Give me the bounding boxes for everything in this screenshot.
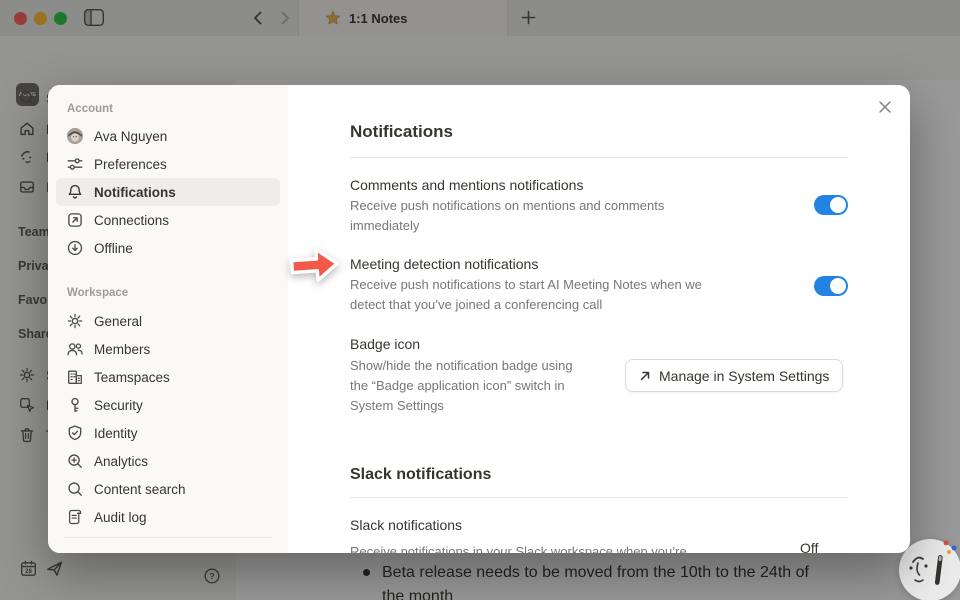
modal-title: Notifications	[350, 122, 453, 142]
scroll-icon	[66, 508, 84, 526]
bell-icon	[66, 183, 84, 201]
download-circle-icon	[66, 239, 84, 257]
slack-notifications-value[interactable]: Off	[800, 540, 818, 553]
arrow-up-right-icon	[639, 370, 651, 382]
settings-item-general[interactable]: General	[56, 307, 280, 335]
settings-item-members[interactable]: Members	[56, 335, 280, 363]
app-window: 1:1 Notes ACME Acme Labs 1:1 Notes Pr	[0, 0, 960, 600]
setting-desc-badge-icon: Show/hide the notification badge using t…	[350, 356, 573, 416]
members-icon	[66, 340, 84, 358]
divider	[350, 157, 848, 158]
setting-title-badge-icon: Badge icon	[350, 336, 420, 352]
shield-check-icon	[66, 424, 84, 442]
settings-item-notifications[interactable]: Notifications	[56, 178, 280, 206]
settings-sidebar: Account Ava Nguyen Preferences Notificat…	[48, 85, 288, 553]
pencil-icon	[935, 555, 943, 585]
manage-system-settings-button[interactable]: Manage in System Settings	[625, 359, 843, 392]
account-section-label: Account	[67, 103, 113, 115]
ai-doodle-badge	[899, 539, 960, 600]
annotation-arrow-icon	[288, 241, 342, 289]
magnifier-plus-icon	[66, 452, 84, 470]
settings-item-audit-log[interactable]: Audit log	[56, 503, 280, 531]
avatar	[66, 127, 84, 145]
slack-section-title: Slack notifications	[350, 466, 491, 484]
magnifier-icon	[66, 480, 84, 498]
settings-item-teamspaces[interactable]: Teamspaces	[56, 363, 280, 391]
settings-item-offline[interactable]: Offline	[56, 234, 280, 262]
setting-desc-meeting-detection: Receive push notifications to start AI M…	[350, 275, 702, 315]
spark-orange-dot	[947, 550, 951, 554]
setting-desc-comments-mentions: Receive push notifications on mentions a…	[350, 196, 664, 236]
settings-item-connections[interactable]: Connections	[56, 206, 280, 234]
key-icon	[66, 396, 84, 414]
setting-title-comments-mentions: Comments and mentions notifications	[350, 177, 583, 193]
setting-title-slack-notifications: Slack notifications	[350, 517, 462, 533]
settings-item-analytics[interactable]: Analytics	[56, 447, 280, 475]
settings-item-account[interactable]: Ava Nguyen	[56, 122, 280, 150]
gear-icon	[66, 312, 84, 330]
settings-modal: Account Ava Nguyen Preferences Notificat…	[48, 85, 910, 553]
settings-item-identity[interactable]: Identity	[56, 419, 280, 447]
spark-red-dot	[944, 541, 949, 546]
toggle-comments-mentions[interactable]	[814, 195, 848, 215]
settings-item-preferences[interactable]: Preferences	[56, 150, 280, 178]
setting-title-meeting-detection: Meeting detection notifications	[350, 256, 538, 272]
close-icon[interactable]	[878, 100, 896, 118]
sidebar-bottom-divider	[64, 537, 272, 538]
settings-item-content-search[interactable]: Content search	[56, 475, 280, 503]
settings-item-security[interactable]: Security	[56, 391, 280, 419]
workspace-section-label: Workspace	[67, 287, 128, 299]
divider	[350, 497, 848, 498]
toggle-meeting-detection[interactable]	[814, 276, 848, 296]
doodle-face-icon	[909, 558, 927, 582]
building-icon	[66, 368, 84, 386]
setting-desc-slack-notifications: Receive notifications in your Slack work…	[350, 542, 687, 553]
external-link-icon	[66, 211, 84, 229]
spark-blue-dot	[952, 546, 957, 551]
preferences-sliders-icon	[66, 155, 84, 173]
